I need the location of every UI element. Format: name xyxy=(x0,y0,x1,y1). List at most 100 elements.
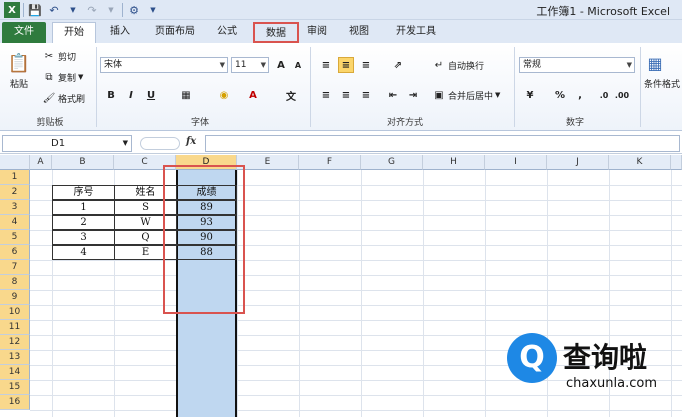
tab-data[interactable]: 数据 xyxy=(253,22,299,43)
format-painter-button[interactable]: 🖌 格式刷 xyxy=(42,91,85,105)
number-format-select[interactable]: 常规 ▼ xyxy=(519,57,635,73)
tab-review[interactable]: 审阅 xyxy=(302,22,332,43)
table-cell[interactable]: 2 xyxy=(52,215,115,230)
orientation-button[interactable]: ⇗ xyxy=(390,57,406,73)
gridline xyxy=(30,260,682,261)
undo-icon[interactable]: ↶ xyxy=(46,2,62,18)
font-name-value: 宋体 xyxy=(104,60,123,70)
column-header-a[interactable]: A xyxy=(30,155,52,170)
wrap-text-icon: ↵ xyxy=(434,59,444,71)
gridline xyxy=(30,305,682,306)
redo-icon[interactable]: ↷ xyxy=(84,2,100,18)
increase-indent-button[interactable]: ⇥ xyxy=(405,87,421,103)
merge-center-button[interactable]: ▣ 合并后居中 ▼ xyxy=(432,88,500,102)
gridline xyxy=(30,395,682,396)
cut-label: 剪切 xyxy=(58,52,77,63)
row-header-3[interactable]: 3 xyxy=(0,200,30,215)
align-center-button[interactable]: ≡ xyxy=(338,87,354,103)
copy-button[interactable]: ⧉ 复制 ▼ xyxy=(42,70,83,84)
underline-button[interactable]: U xyxy=(143,87,159,103)
row-header-11[interactable]: 11 xyxy=(0,320,30,335)
column-header-k[interactable]: K xyxy=(609,155,671,170)
grow-font-button[interactable]: A xyxy=(273,57,289,73)
row-header-15[interactable]: 15 xyxy=(0,380,30,395)
row-header-9[interactable]: 9 xyxy=(0,290,30,305)
comma-button[interactable]: , xyxy=(572,87,588,103)
table-header-cell[interactable]: 序号 xyxy=(52,185,115,200)
row-header-4[interactable]: 4 xyxy=(0,215,30,230)
row-header-8[interactable]: 8 xyxy=(0,275,30,290)
row-header-12[interactable]: 12 xyxy=(0,335,30,350)
tab-home[interactable]: 开始 xyxy=(52,22,96,43)
decrease-decimal-button[interactable]: .00 xyxy=(614,87,630,103)
row-header-16[interactable]: 16 xyxy=(0,395,30,410)
customize-qat-icon[interactable]: ▼ xyxy=(145,2,161,18)
insert-function-icon[interactable]: fx xyxy=(186,136,196,147)
decrease-indent-button[interactable]: ⇤ xyxy=(385,87,401,103)
dropdown-icon[interactable]: ▼ xyxy=(65,2,81,18)
row-header-1[interactable]: 1 xyxy=(0,170,30,185)
group-divider xyxy=(96,47,97,127)
column-header-l[interactable] xyxy=(671,155,682,170)
align-bottom-button[interactable]: ≡ xyxy=(358,57,374,73)
cut-button[interactable]: ✂ 剪切 xyxy=(42,49,76,63)
row-header-14[interactable]: 14 xyxy=(0,365,30,380)
conditional-format-button[interactable]: ▦ 条件格式 xyxy=(644,51,680,91)
shrink-font-button[interactable]: A xyxy=(290,57,306,73)
tab-page-layout[interactable]: 页面布局 xyxy=(146,22,204,43)
tab-view[interactable]: 视图 xyxy=(344,22,374,43)
tab-formulas[interactable]: 公式 xyxy=(210,22,244,43)
bold-button[interactable]: B xyxy=(103,87,119,103)
paste-button[interactable]: 📋 粘贴 xyxy=(8,51,30,91)
table-cell[interactable]: 4 xyxy=(52,245,115,260)
italic-button[interactable]: I xyxy=(123,87,139,103)
column-header-i[interactable]: I xyxy=(485,155,547,170)
font-color-button[interactable]: A xyxy=(245,87,261,103)
align-top-button[interactable]: ≡ xyxy=(318,57,334,73)
table-cell[interactable]: 1 xyxy=(52,200,115,215)
wrap-text-label: 自动换行 xyxy=(448,61,485,72)
name-box[interactable]: D1 ▼ xyxy=(2,135,132,152)
increase-decimal-button[interactable]: .0 xyxy=(596,87,612,103)
excel-logo-icon: X xyxy=(4,2,20,18)
sort-icon[interactable]: ⚙ xyxy=(126,2,142,18)
percent-button[interactable]: % xyxy=(552,87,568,103)
column-header-b[interactable]: B xyxy=(52,155,114,170)
align-left-button[interactable]: ≡ xyxy=(318,87,334,103)
watermark-name: 查询啦 xyxy=(563,341,648,374)
column-header-j[interactable]: J xyxy=(547,155,609,170)
tab-developer[interactable]: 开发工具 xyxy=(386,22,446,43)
row-header-13[interactable]: 13 xyxy=(0,350,30,365)
title-bar: X 💾 ↶ ▼ ↷ ▼ ⚙ ▼ 工作簿1 - Microsoft Excel xyxy=(0,0,682,20)
border-button[interactable]: ▦ xyxy=(178,87,194,103)
dropdown-icon[interactable]: ▼ xyxy=(103,2,119,18)
formula-input[interactable] xyxy=(205,135,680,152)
phonetic-button[interactable]: 文 xyxy=(283,87,299,103)
currency-button[interactable]: ¥ xyxy=(522,87,538,103)
alignment-group-label: 对齐方式 xyxy=(386,118,423,128)
chevron-down-icon: ▼ xyxy=(219,61,225,69)
font-size-select[interactable]: 11 ▼ xyxy=(231,57,269,73)
align-top-icon: ≡ xyxy=(321,59,331,71)
tab-file[interactable]: 文件 xyxy=(2,22,46,43)
formula-bar-resize-handle[interactable] xyxy=(140,137,180,150)
align-middle-button[interactable]: ≡ xyxy=(338,57,354,73)
save-icon[interactable]: 💾 xyxy=(27,2,43,18)
column-header-h[interactable]: H xyxy=(423,155,485,170)
row-header-6[interactable]: 6 xyxy=(0,245,30,260)
column-header-g[interactable]: G xyxy=(361,155,423,170)
wrap-text-button[interactable]: ↵ 自动换行 xyxy=(432,58,484,72)
tab-insert[interactable]: 插入 xyxy=(100,22,140,43)
font-name-select[interactable]: 宋体 ▼ xyxy=(100,57,228,73)
column-header-e[interactable]: E xyxy=(237,155,299,170)
row-header-5[interactable]: 5 xyxy=(0,230,30,245)
column-header-f[interactable]: F xyxy=(299,155,361,170)
decrease-decimal-icon: .00 xyxy=(614,90,630,100)
row-header-2[interactable]: 2 xyxy=(0,185,30,200)
table-cell[interactable]: 3 xyxy=(52,230,115,245)
row-header-7[interactable]: 7 xyxy=(0,260,30,275)
select-all-corner[interactable] xyxy=(0,155,30,170)
row-header-10[interactable]: 10 xyxy=(0,305,30,320)
fill-color-button[interactable]: ◉ xyxy=(216,87,232,103)
align-right-button[interactable]: ≡ xyxy=(358,87,374,103)
